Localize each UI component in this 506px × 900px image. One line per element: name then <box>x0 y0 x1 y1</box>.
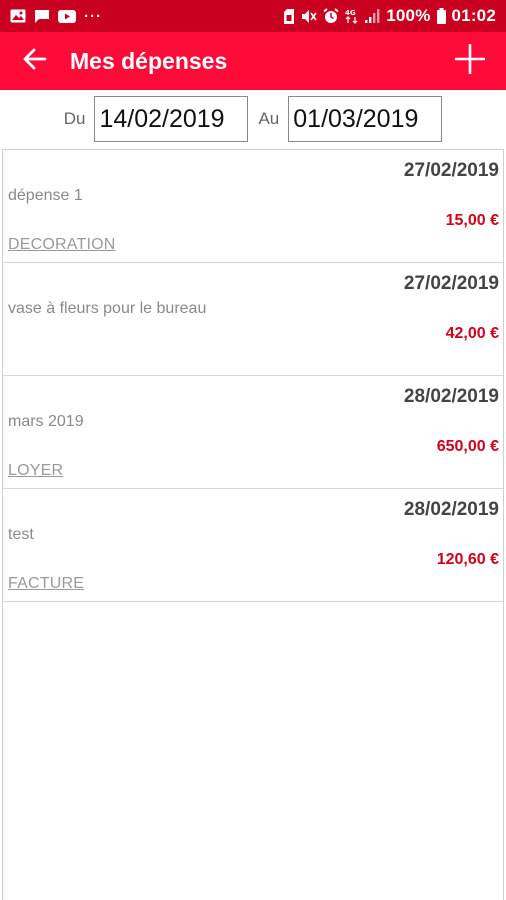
from-label: Du <box>63 109 86 128</box>
expense-description: mars 2019 <box>8 413 84 430</box>
expense-date: 28/02/2019 <box>403 386 499 407</box>
expense-item[interactable]: 27/02/2019 vase à fleurs pour le bureau … <box>3 263 503 376</box>
youtube-icon <box>58 9 76 23</box>
expense-description: vase à fleurs pour le bureau <box>8 300 207 317</box>
alarm-icon <box>323 8 339 24</box>
signal-icon <box>365 9 380 23</box>
status-bar: ··· 4G 100% 01:02 <box>0 0 506 32</box>
message-icon <box>34 9 50 24</box>
from-date-field[interactable]: 14/02/2019 <box>94 96 249 142</box>
app-bar: Mes dépenses <box>0 32 506 90</box>
arrow-left-icon <box>23 48 47 75</box>
svg-text:4G: 4G <box>345 9 356 17</box>
expense-description: dépense 1 <box>8 187 83 204</box>
date-filter: Du 14/02/2019 Au 01/03/2019 <box>0 90 506 148</box>
expense-category: DECORATION <box>8 236 116 253</box>
expense-date: 27/02/2019 <box>403 273 499 294</box>
expense-category: LOYER <box>8 462 64 479</box>
expense-description: test <box>8 526 34 543</box>
mute-icon <box>301 9 317 24</box>
page-title: Mes dépenses <box>70 47 228 74</box>
expense-amount: 650,00 € <box>436 438 499 455</box>
expense-item[interactable]: 28/02/2019 test 120,60 € FACTURE <box>3 489 503 602</box>
expense-item[interactable]: 27/02/2019 dépense 1 15,00 € DECORATION <box>3 150 503 263</box>
back-button[interactable] <box>0 32 70 90</box>
to-label: Au <box>258 109 280 128</box>
plus-icon <box>454 43 486 79</box>
expense-amount: 42,00 € <box>445 325 499 342</box>
status-right-icons: 4G 100% 01:02 <box>277 6 496 26</box>
data-icon: 4G <box>345 8 359 24</box>
battery-icon <box>436 8 446 24</box>
sim-icon <box>283 8 295 24</box>
expense-amount: 15,00 € <box>445 212 499 229</box>
expense-date: 27/02/2019 <box>403 160 499 181</box>
expense-list: 27/02/2019 dépense 1 15,00 € DECORATION … <box>2 149 504 900</box>
image-icon <box>10 9 26 23</box>
more-dots-icon: ··· <box>84 7 102 25</box>
expense-date: 28/02/2019 <box>403 499 499 520</box>
expense-item[interactable]: 28/02/2019 mars 2019 650,00 € LOYER <box>3 376 503 489</box>
expense-amount: 120,60 € <box>436 551 499 568</box>
status-left-icons: ··· <box>10 8 110 25</box>
expense-category: FACTURE <box>8 575 85 592</box>
add-expense-button[interactable] <box>434 32 506 90</box>
status-time: 01:02 <box>451 6 496 25</box>
to-date-field[interactable]: 01/03/2019 <box>288 96 443 142</box>
battery-percent: 100% <box>386 6 431 25</box>
